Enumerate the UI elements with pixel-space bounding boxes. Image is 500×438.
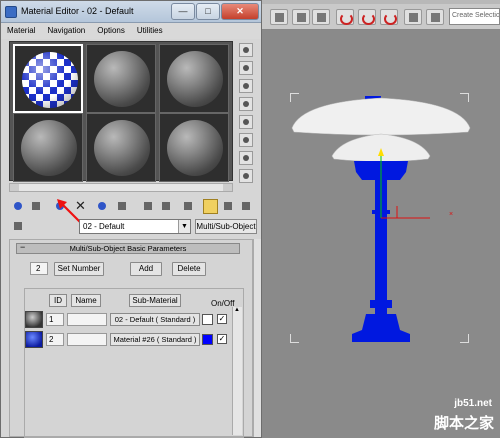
sample-slot-1[interactable]	[13, 44, 83, 113]
schematic-icon[interactable]	[292, 9, 310, 25]
uv-tiling-icon[interactable]	[239, 97, 253, 111]
material-type-button[interactable]: Multi/Sub-Object	[195, 219, 257, 234]
maximize-button[interactable]: □	[196, 3, 220, 20]
svg-text:×: ×	[449, 211, 453, 218]
sample-type-icon[interactable]	[239, 43, 253, 57]
make-preview-icon[interactable]	[239, 133, 253, 147]
go-to-parent-icon[interactable]	[221, 199, 236, 214]
set-number-button[interactable]: Set Number	[54, 262, 104, 276]
sample-slot-4[interactable]	[13, 113, 83, 182]
row-sample-thumb	[25, 331, 43, 348]
row-id-field[interactable]: 2	[46, 333, 64, 346]
material-toolbar: ✕	[9, 199, 253, 217]
watermark-url: jb51.net	[454, 398, 492, 409]
material-editor-app-icon	[5, 6, 17, 18]
background-icon[interactable]	[239, 79, 253, 93]
lamp-base	[352, 314, 410, 342]
col-header-id[interactable]: ID	[49, 294, 67, 307]
add-button[interactable]: Add	[130, 262, 162, 276]
sample-slot-6[interactable]	[159, 113, 229, 182]
window-title: Material Editor - 02 - Default	[21, 6, 134, 16]
make-unique-icon[interactable]	[115, 199, 130, 214]
row-sample-thumb	[25, 311, 43, 328]
spell-check-icon[interactable]	[404, 9, 422, 25]
row-name-field[interactable]	[67, 313, 107, 326]
render-production-icon[interactable]	[380, 9, 398, 25]
menu-utilities[interactable]: Utilities	[137, 26, 163, 39]
col-header-name[interactable]: Name	[71, 294, 101, 307]
command-panel-icon[interactable]	[426, 9, 444, 25]
slots-horizontal-scrollbar[interactable]	[9, 183, 233, 192]
side-tool-column	[239, 41, 255, 191]
material-name-dropdown[interactable]: 02 - Default	[79, 219, 191, 234]
sample-slot-3[interactable]	[159, 44, 229, 113]
col-header-sub-material[interactable]: Sub-Material	[129, 294, 181, 307]
perspective-viewport[interactable]: ×	[262, 30, 500, 438]
material-editor-icon[interactable]	[312, 9, 330, 25]
menu-bar: Material Navigation Options Utilities	[1, 23, 261, 39]
material-name-row: 02 - Default Multi/Sub-Object	[9, 219, 257, 235]
row-color-swatch[interactable]	[202, 334, 213, 345]
sub-material-row: 2 Material #26 ( Standard ) ✓	[25, 331, 245, 349]
pick-material-icon[interactable]	[11, 219, 26, 234]
video-color-check-icon[interactable]	[239, 115, 253, 129]
menu-options[interactable]: Options	[97, 26, 125, 39]
rollout-header[interactable]: Multi/Sub-Object Basic Parameters	[16, 243, 240, 254]
sub-material-count-field[interactable]: 2	[30, 262, 48, 275]
material-id-channel-icon[interactable]	[159, 199, 174, 214]
row-on-off-checkbox[interactable]: ✓	[217, 334, 227, 344]
create-selection-set-field[interactable]: Create Selectio	[449, 8, 500, 25]
put-to-library-icon[interactable]	[141, 199, 156, 214]
lamp-model[interactable]: ×	[262, 30, 500, 438]
row-sub-material-button[interactable]: Material #26 ( Standard )	[110, 333, 200, 346]
menu-navigation[interactable]: Navigation	[47, 26, 85, 39]
minimize-button[interactable]: —	[171, 3, 195, 20]
row-on-off-checkbox[interactable]: ✓	[217, 314, 227, 324]
grey-sphere	[94, 51, 150, 107]
show-end-result-icon[interactable]	[203, 199, 218, 214]
options-icon[interactable]	[239, 151, 253, 165]
rendered-frame-icon[interactable]	[358, 9, 376, 25]
get-material-icon[interactable]	[11, 199, 26, 214]
sample-slot-2[interactable]	[86, 44, 156, 113]
rollout-panel: Multi/Sub-Object Basic Parameters 2 Set …	[9, 239, 253, 438]
sub-material-table: ID Name Sub-Material On/Off 1 02 - Defau…	[24, 288, 244, 438]
lamp-top-shade	[291, 97, 471, 136]
sample-slots	[9, 41, 233, 182]
col-header-on-off: On/Off	[211, 299, 235, 308]
material-editor-window: Material Editor - 02 - Default — □ ✕ Mat…	[0, 0, 262, 438]
select-by-material-icon[interactable]	[239, 169, 253, 183]
grey-sphere	[167, 120, 223, 176]
row-sub-material-button[interactable]: 02 - Default ( Standard )	[110, 313, 200, 326]
row-color-swatch[interactable]	[202, 314, 213, 325]
row-id-field[interactable]: 1	[46, 313, 64, 326]
checker-sphere	[22, 52, 78, 108]
put-to-scene-icon[interactable]	[29, 199, 44, 214]
grey-sphere	[94, 120, 150, 176]
table-scrollbar[interactable]	[232, 307, 242, 435]
render-setup-icon[interactable]	[336, 9, 354, 25]
sub-material-row: 1 02 - Default ( Standard ) ✓	[25, 311, 245, 329]
menu-material[interactable]: Material	[7, 26, 35, 39]
title-bar[interactable]: Material Editor - 02 - Default — □ ✕	[1, 1, 261, 23]
close-button[interactable]: ✕	[221, 3, 259, 20]
grey-sphere	[21, 120, 77, 176]
curve-editor-icon[interactable]	[270, 9, 288, 25]
row-name-field[interactable]	[67, 333, 107, 346]
backlight-icon[interactable]	[239, 61, 253, 75]
watermark-brand: 脚本之家	[433, 415, 494, 432]
go-forward-to-sibling-icon[interactable]	[239, 199, 254, 214]
grey-sphere	[167, 51, 223, 107]
watermark: jb51.net 脚本之家	[398, 398, 498, 436]
make-copy-icon[interactable]	[95, 199, 110, 214]
sample-slot-5[interactable]	[86, 113, 156, 182]
show-map-in-viewport-icon[interactable]	[181, 199, 196, 214]
panel-scrollbar[interactable]	[253, 239, 261, 437]
delete-button[interactable]: Delete	[172, 262, 206, 276]
